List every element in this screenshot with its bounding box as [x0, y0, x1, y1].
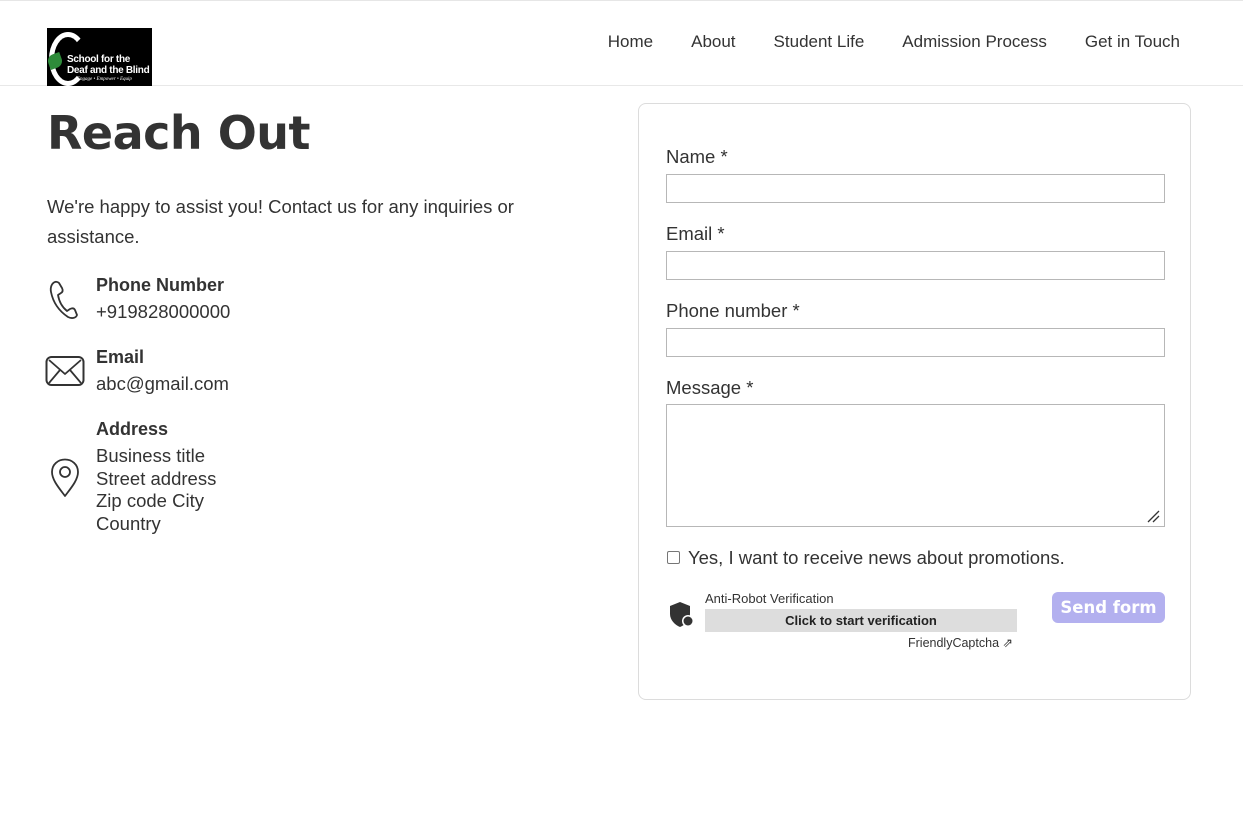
- address-line-3: Zip code City: [96, 490, 204, 511]
- address-line-2: Street address: [96, 468, 217, 489]
- message-textarea[interactable]: [666, 404, 1165, 527]
- page-title: Reach Out: [47, 106, 311, 160]
- message-label: Message *: [666, 377, 754, 398]
- logo-line-2: Deaf and the Blind: [67, 65, 150, 76]
- phone-value[interactable]: +919828000000: [96, 300, 230, 323]
- nav-get-in-touch[interactable]: Get in Touch: [1085, 31, 1180, 53]
- send-form-button[interactable]: Send form: [1052, 592, 1165, 623]
- name-label: Name *: [666, 146, 728, 167]
- email-input[interactable]: [666, 251, 1165, 280]
- main-nav: Home About Student Life Admission Proces…: [570, 31, 1180, 53]
- resize-grip-icon[interactable]: [1146, 509, 1160, 523]
- phone-label: Phone number *: [666, 300, 800, 321]
- logo-line-1: School for the: [67, 54, 131, 65]
- nav-student-life[interactable]: Student Life: [774, 31, 865, 53]
- shield-icon: [670, 602, 694, 627]
- site-header: School for the Deaf and the Blind Engage…: [0, 1, 1243, 86]
- phone-input[interactable]: [666, 328, 1165, 357]
- intro-text: We're happy to assist you! Contact us fo…: [47, 196, 514, 247]
- school-logo[interactable]: School for the Deaf and the Blind Engage…: [47, 28, 152, 86]
- email-title: Email: [96, 347, 145, 367]
- captcha-start-button[interactable]: Click to start verification: [705, 609, 1017, 632]
- nav-about[interactable]: About: [691, 31, 735, 53]
- phone-icon: [49, 280, 78, 319]
- phone-title: Phone Number: [96, 275, 225, 295]
- envelope-icon: [45, 356, 85, 386]
- email-label: Email *: [666, 223, 725, 244]
- address-title: Address: [96, 419, 169, 439]
- name-input[interactable]: [666, 174, 1165, 203]
- nav-home[interactable]: Home: [608, 31, 653, 53]
- address-line-1: Business title: [96, 445, 205, 466]
- logo-tagline: Engage • Empower • Equip: [77, 77, 132, 82]
- address-line-4: Country: [96, 513, 161, 534]
- captcha-brand-link[interactable]: FriendlyCaptcha ⇗: [908, 635, 1013, 650]
- email-value[interactable]: abc@gmail.com: [96, 372, 229, 395]
- nav-admission-process[interactable]: Admission Process: [902, 31, 1047, 53]
- captcha-title: Anti-Robot Verification: [705, 591, 834, 606]
- newsletter-label[interactable]: Yes, I want to receive news about promot…: [688, 547, 1065, 569]
- map-pin-icon: [51, 458, 79, 497]
- newsletter-checkbox[interactable]: [667, 551, 680, 564]
